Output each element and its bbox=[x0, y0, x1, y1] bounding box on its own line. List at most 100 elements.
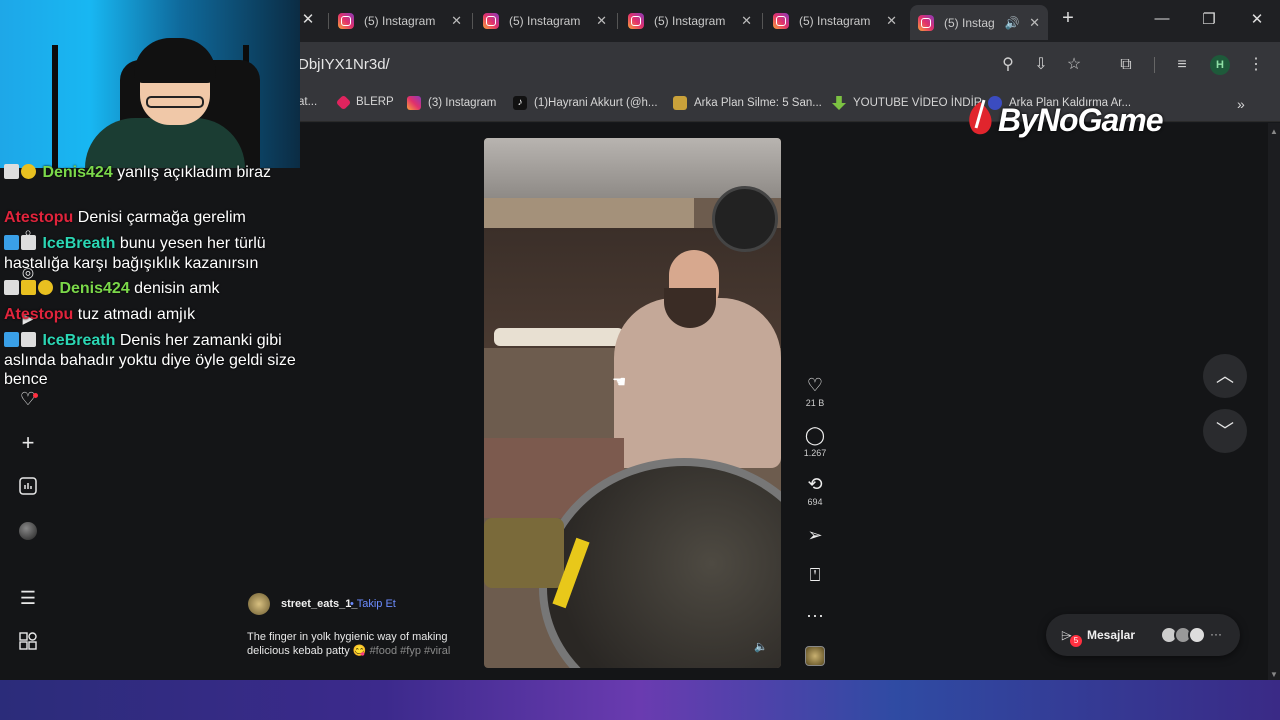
bookmark-label: at... bbox=[298, 96, 318, 108]
chevron-up-icon: ︿ bbox=[1216, 366, 1234, 386]
bookmark-star-icon[interactable]: ☆ bbox=[1064, 55, 1084, 75]
toolbar-separator bbox=[1154, 57, 1155, 73]
watermark-text: ByNoGame bbox=[998, 102, 1163, 138]
repost-button[interactable]: ⟲ 694 bbox=[801, 473, 829, 507]
bynogame-logo-icon bbox=[962, 98, 998, 138]
mouse-cursor-icon: ☚ bbox=[612, 374, 627, 391]
zoom-icon[interactable]: ⚲ bbox=[998, 55, 1018, 75]
chat-username: IceBreath bbox=[42, 235, 116, 252]
menu-icon[interactable]: ⋮ bbox=[1246, 55, 1266, 75]
like-button[interactable]: ♡ 21 B bbox=[801, 374, 829, 408]
new-tab-icon[interactable]: + bbox=[1056, 7, 1080, 30]
bookmark-blerp[interactable]: BLERP bbox=[335, 94, 394, 110]
bookmark-tiktok[interactable]: ♪ (1)Hayrani Akkurt (@h... bbox=[513, 96, 658, 110]
author-avatar[interactable] bbox=[248, 593, 270, 615]
chat-message: Denis424 yanlış açıkladım biraz bbox=[4, 163, 304, 183]
video-eggs bbox=[494, 328, 624, 346]
minimize-icon[interactable]: — bbox=[1150, 10, 1174, 27]
chat-text: Denisi çarmağa gerelim bbox=[73, 209, 246, 226]
reel-video[interactable]: 🔈 bbox=[484, 138, 781, 668]
extensions-icon[interactable]: ⧉ bbox=[1116, 55, 1136, 75]
tab-instagram-2[interactable]: (5) Instagram ✕ bbox=[483, 7, 607, 35]
sub-badge-icon bbox=[21, 164, 36, 179]
more-menu-icon[interactable]: ☰ bbox=[18, 588, 38, 608]
close-icon[interactable]: ✕ bbox=[596, 13, 607, 29]
blerp-icon bbox=[335, 94, 352, 110]
bookmark-item[interactable]: at... bbox=[298, 96, 317, 108]
video-fan bbox=[712, 186, 778, 252]
tab-instagram-4[interactable]: (5) Instagram ✕ bbox=[773, 7, 897, 35]
tab-label: (5) Instag bbox=[944, 15, 995, 30]
audio-thumbnail[interactable] bbox=[805, 646, 825, 666]
instagram-icon bbox=[918, 14, 934, 31]
video-bowl bbox=[484, 518, 564, 588]
window-close-icon[interactable]: ✕ bbox=[1245, 10, 1269, 28]
save-button[interactable]: ⍞ bbox=[801, 564, 829, 586]
speaker-icon[interactable]: 🔊 bbox=[1005, 16, 1020, 30]
close-icon[interactable]: ✕ bbox=[886, 13, 897, 29]
volume-icon[interactable]: 🔈 bbox=[754, 640, 768, 653]
messages-label: Mesajlar bbox=[1087, 628, 1136, 642]
close-icon[interactable]: ✕ bbox=[741, 13, 752, 29]
url-input[interactable]: DbjIYX1Nr3d/ bbox=[298, 56, 390, 73]
sub-badge-icon bbox=[38, 280, 53, 295]
media-control-icon[interactable]: ≡ bbox=[1172, 55, 1192, 75]
restore-icon[interactable]: ❐ bbox=[1197, 10, 1221, 28]
tab-separator bbox=[472, 13, 473, 29]
chat-message: Atestopu Denisi çarmağa gerelim bbox=[4, 208, 304, 228]
bookmarks-overflow-icon[interactable]: » bbox=[1237, 96, 1245, 112]
comment-icon[interactable]: ◯ bbox=[801, 424, 829, 446]
badge-icon bbox=[4, 332, 19, 347]
more-options-button[interactable]: ··· bbox=[801, 604, 829, 626]
instagram-icon bbox=[773, 13, 789, 29]
create-icon[interactable]: + bbox=[18, 432, 38, 454]
chevron-down-icon: ﹀ bbox=[1216, 421, 1234, 441]
bookmark-icon[interactable]: ⍞ bbox=[801, 564, 829, 586]
bookmark-arka-plan-silme[interactable]: Arka Plan Silme: 5 San... bbox=[673, 96, 822, 110]
more-icon[interactable]: ··· bbox=[801, 604, 829, 626]
layers-icon bbox=[673, 96, 687, 110]
chat-text: tuz atmadı amjık bbox=[73, 306, 196, 323]
scrollbar[interactable]: ▲ ▼ bbox=[1268, 123, 1280, 681]
tab-label: (5) Instagram bbox=[654, 14, 726, 28]
chat-username: Denis424 bbox=[59, 280, 130, 297]
author-username[interactable]: street_eats_1_ bbox=[281, 598, 357, 610]
bookmark-youtube-indir[interactable]: YOUTUBE VİDEO İNDİR bbox=[832, 96, 982, 110]
share-button[interactable]: ➢ bbox=[801, 524, 829, 546]
previous-reel-button[interactable]: ︿ bbox=[1203, 354, 1247, 398]
next-reel-button[interactable]: ﹀ bbox=[1203, 409, 1247, 453]
profile-avatar[interactable]: H bbox=[1210, 55, 1230, 75]
chat-message: Denis424 denisin amk bbox=[4, 279, 304, 299]
install-app-icon[interactable]: ⇩ bbox=[1031, 55, 1051, 75]
close-icon[interactable]: ✕ bbox=[451, 13, 462, 29]
chat-text: yanlış açıkladım biraz bbox=[112, 164, 271, 181]
repost-icon[interactable]: ⟲ bbox=[801, 473, 829, 495]
instagram-icon bbox=[483, 13, 499, 29]
notifications-icon[interactable]: ♡ bbox=[18, 389, 38, 409]
tiktok-icon: ♪ bbox=[513, 96, 527, 110]
crown-icon bbox=[21, 280, 36, 295]
tab-instagram-1[interactable]: (5) Instagram ✕ bbox=[338, 7, 462, 35]
tab-separator bbox=[617, 13, 618, 29]
close-icon[interactable]: ✕ bbox=[1029, 15, 1040, 31]
download-arrow-icon bbox=[832, 96, 846, 110]
dashboard-icon[interactable] bbox=[18, 477, 38, 497]
caption-hashtags[interactable]: #food #fyp #viral bbox=[370, 645, 451, 657]
send-icon[interactable]: ➢ bbox=[801, 524, 829, 546]
tab-instagram-active[interactable]: (5) Instag 🔊 ✕ bbox=[910, 5, 1048, 40]
heart-icon[interactable]: ♡ bbox=[801, 374, 829, 396]
tab-instagram-3[interactable]: (5) Instagram ✕ bbox=[628, 7, 752, 35]
follow-button[interactable]: • Takip Et bbox=[350, 598, 396, 610]
scroll-up-icon[interactable]: ▲ bbox=[1270, 127, 1278, 136]
scroll-down-icon[interactable]: ▼ bbox=[1270, 670, 1278, 679]
also-from-meta-icon[interactable] bbox=[18, 632, 38, 652]
profile-avatar[interactable] bbox=[19, 522, 37, 540]
bookmark-instagram[interactable]: (3) Instagram bbox=[407, 96, 496, 110]
messages-badge: 5 bbox=[1070, 635, 1082, 647]
badge-icon bbox=[21, 332, 36, 347]
like-count: 21 B bbox=[805, 398, 825, 408]
comment-button[interactable]: ◯ 1.267 bbox=[801, 424, 829, 458]
chat-message: IceBreath Denis her zamanki gibi aslında… bbox=[4, 331, 304, 390]
reel-caption: The finger in yolk hygienic way of makin… bbox=[247, 630, 462, 658]
repost-count: 694 bbox=[807, 497, 823, 507]
